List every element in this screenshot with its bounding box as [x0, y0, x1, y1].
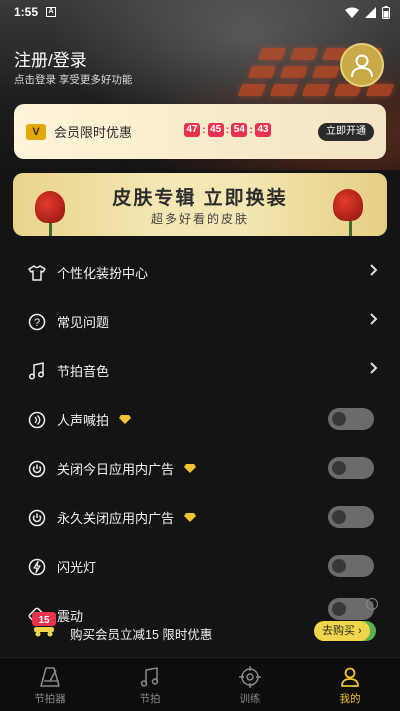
diamond-icon	[119, 415, 132, 424]
countdown-minutes: 54	[231, 123, 248, 137]
question-icon: ?	[25, 310, 49, 334]
tab-label: 节拍器	[34, 693, 66, 705]
status-time: 1:55	[14, 5, 39, 19]
promo-badge-number: 15	[38, 615, 50, 626]
login-title[interactable]: 注册/登录	[14, 46, 87, 71]
music-note-icon	[140, 667, 159, 687]
wifi-icon	[345, 7, 359, 18]
metronome-icon	[40, 667, 60, 687]
notification-icon: A	[46, 7, 57, 17]
menu-item-flashlight: 闪光灯	[13, 542, 387, 591]
music-note-icon	[25, 359, 49, 383]
promo-text: 购买会员立减15 限时优惠	[70, 628, 213, 642]
person-icon	[341, 667, 359, 687]
tab-label: 我的	[339, 693, 361, 705]
menu-item-label: 闪光灯	[57, 560, 97, 575]
voice-count-toggle[interactable]	[328, 408, 374, 430]
vip-offer-card[interactable]: V 会员限时优惠 47: 45: 54: 43 立即开通	[14, 104, 386, 159]
menu-item-faq[interactable]: ? 常见问题	[13, 297, 387, 346]
menu-item-voice-count: 人声喊拍	[13, 395, 387, 444]
flash-icon	[25, 555, 49, 579]
menu-item-label: 个性化装扮中心	[57, 266, 149, 281]
tab-metronome[interactable]: 节拍器	[0, 658, 100, 711]
menu-item-close-ads-today: 关闭今日应用内广告	[13, 444, 387, 493]
countdown-seconds: 43	[255, 123, 272, 137]
menu-item-label: 永久关闭应用内广告	[57, 511, 175, 526]
shirt-icon	[25, 261, 49, 285]
tab-label: 训练	[239, 693, 261, 705]
close-icon[interactable]: ×	[366, 598, 378, 610]
tab-beat[interactable]: 节拍	[100, 658, 200, 711]
svg-text:?: ?	[34, 317, 40, 329]
menu-item-close-ads-forever: 永久关闭应用内广告	[13, 493, 387, 542]
go-buy-button[interactable]: 去购买 ›	[314, 621, 370, 641]
menu-item-beat-sound[interactable]: 节拍音色	[13, 346, 387, 395]
settings-menu: 个性化装扮中心 ? 常见问题 节拍音色 人声喊拍 关闭今日应用内广告 永久关闭应…	[13, 248, 387, 640]
purchase-promo-bar[interactable]: 15 购买会员立减15 限时优惠 去购买 › ×	[0, 598, 400, 650]
skin-banner-title: 皮肤专辑 立即换装	[112, 188, 288, 209]
vip-crown-icon: V	[26, 123, 46, 140]
open-vip-button[interactable]: 立即开通	[318, 123, 374, 141]
power-icon	[25, 506, 49, 530]
menu-item-dress-center[interactable]: 个性化装扮中心	[13, 248, 387, 297]
skin-banner-subtitle: 超多好看的皮肤	[150, 212, 249, 226]
vip-offer-title: 会员限时优惠	[54, 125, 133, 140]
status-bar: 1:55 A	[0, 0, 400, 24]
power-icon	[25, 457, 49, 481]
voice-icon	[25, 408, 49, 432]
close-ads-forever-toggle[interactable]	[328, 506, 374, 528]
tab-mine[interactable]: 我的	[300, 658, 400, 711]
chevron-right-icon	[370, 362, 378, 374]
flashlight-toggle[interactable]	[328, 555, 374, 577]
menu-item-label: 关闭今日应用内广告	[57, 462, 175, 477]
close-ads-today-toggle[interactable]	[328, 457, 374, 479]
bottom-tab-bar: 节拍器 节拍 训练 我的	[0, 657, 400, 711]
avatar[interactable]	[340, 43, 384, 87]
diamond-icon	[184, 464, 197, 473]
countdown-timer: 47: 45: 54: 43	[184, 123, 272, 137]
skin-album-banner[interactable]: 皮肤专辑 立即换装 超多好看的皮肤	[13, 173, 387, 236]
menu-item-label: 常见问题	[57, 315, 110, 330]
signal-icon	[365, 6, 376, 18]
chevron-right-icon	[370, 264, 378, 276]
countdown-days: 47	[184, 123, 200, 137]
menu-item-label: 人声喊拍	[57, 413, 110, 428]
person-icon	[351, 54, 373, 78]
battery-icon	[382, 5, 390, 19]
tab-label: 节拍	[139, 693, 161, 705]
cart-badge-icon: 15	[30, 608, 60, 638]
login-subtitle[interactable]: 点击登录 享受更多好功能	[14, 72, 132, 87]
chevron-right-icon	[370, 313, 378, 325]
tab-training[interactable]: 训练	[200, 658, 300, 711]
countdown-hours: 45	[207, 123, 224, 137]
diamond-icon	[184, 513, 197, 522]
target-icon	[239, 666, 261, 688]
menu-item-label: 节拍音色	[57, 364, 110, 379]
